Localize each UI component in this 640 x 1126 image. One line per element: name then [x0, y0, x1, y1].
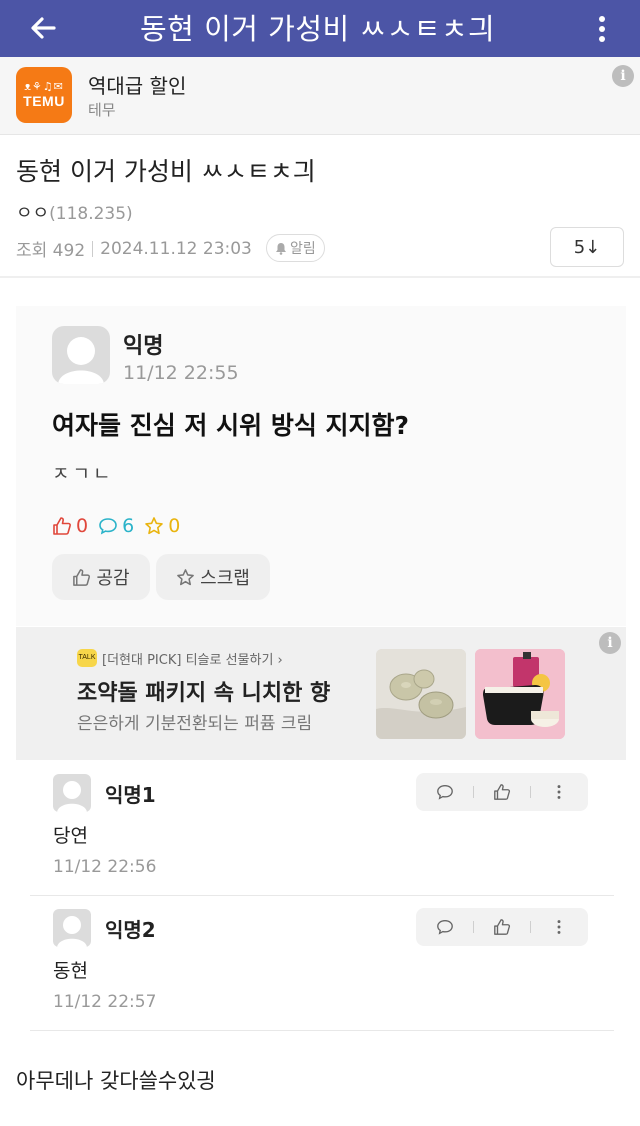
more-vertical-icon[interactable]	[588, 8, 616, 48]
comment-actions	[416, 908, 588, 946]
embedded-time: 11/12 22:55	[123, 362, 239, 384]
comment-text: 당연	[53, 825, 88, 847]
temu-logo: ᴥ⚘♫✉ TEMU	[16, 67, 72, 123]
like-count: 0	[76, 515, 89, 537]
star-count: 0	[168, 515, 181, 537]
embedded-body: ㅈㄱㄴ	[52, 463, 114, 485]
scrap-button[interactable]: 스크랩	[156, 554, 270, 600]
avatar	[52, 326, 110, 384]
ad-subtitle: 테무	[88, 101, 116, 119]
native-ad-title: 조약돌 패키지 속 니치한 향	[77, 681, 331, 706]
info-icon[interactable]: i	[612, 65, 634, 87]
star-icon	[177, 568, 195, 585]
avatar	[53, 774, 91, 812]
product-image-pouch	[475, 649, 565, 739]
comment-item: 익명2 동현 11/12 22:57	[30, 897, 614, 1031]
embedded-screenshot: 익명 11/12 22:55 여자들 진심 저 시위 방식 지지함? ㅈㄱㄴ 0…	[16, 306, 626, 626]
post-body-text: 아무데나 갖다쓸수있긩	[16, 1069, 216, 1093]
author-ip: (118.235)	[49, 204, 133, 224]
comment-author: 익명2	[105, 918, 156, 942]
more-vertical-icon[interactable]	[530, 773, 587, 811]
divider	[0, 276, 640, 278]
meta-divider	[92, 240, 94, 257]
reply-icon[interactable]	[416, 773, 473, 811]
ad-title: 역대급 할인	[88, 74, 187, 98]
thumbs-up-icon[interactable]	[473, 773, 530, 811]
logo-word: TEMU	[23, 93, 65, 109]
thumbs-up-icon	[73, 568, 91, 586]
like-stat: 0	[52, 515, 88, 537]
speech-bubble-icon	[99, 518, 117, 535]
scrap-button-label: 스크랩	[200, 568, 250, 589]
alarm-label: 알림	[290, 241, 316, 257]
embedded-title: 여자들 진심 저 시위 방식 지지함?	[52, 411, 410, 440]
ad-banner[interactable]: ᴥ⚘♫✉ TEMU 역대급 할인 테무 i	[0, 57, 640, 135]
embedded-stats: 0 6 0	[52, 515, 190, 537]
native-ad[interactable]: TALK [더현대 PICK] 티슬로 선물하기 › 조약돌 패키지 속 니치한…	[16, 627, 626, 760]
comment-jump-button[interactable]: 5↓	[550, 227, 624, 267]
app-bar: 동현 이거 가성비 ㅆㅅㅌㅊ긔	[0, 0, 640, 57]
post-author[interactable]: ㅇㅇ(118.235)	[16, 199, 133, 225]
post-title: 동현 이거 가성비 ㅆㅅㅌㅊ긔	[16, 157, 316, 186]
embedded-author: 익명	[123, 334, 164, 359]
post-meta: 조회 492 2024.11.12 23:03	[16, 236, 252, 262]
native-ad-label: [더현대 PICK] 티슬로 선물하기 ›	[102, 653, 283, 668]
star-stat: 0	[144, 515, 180, 537]
comment-time: 11/12 22:57	[53, 992, 157, 1012]
view-count: 조회 492	[16, 241, 86, 261]
logo-glyphs: ᴥ⚘♫✉	[24, 80, 64, 93]
post-datetime: 2024.11.12 23:03	[100, 238, 252, 259]
thumbs-up-icon[interactable]	[473, 908, 530, 946]
comment-text: 동현	[53, 960, 88, 982]
page-title: 동현 이거 가성비 ㅆㅅㅌㅊ긔	[140, 12, 496, 46]
comment-author: 익명1	[105, 783, 156, 807]
product-image-pebbles	[376, 649, 466, 739]
kakao-talk-badge: TALK	[77, 649, 97, 667]
comment-time: 11/12 22:56	[53, 857, 157, 877]
native-ad-subtitle: 은은하게 기분전환되는 퍼퓸 크림	[77, 714, 313, 734]
thumbs-up-icon	[53, 517, 71, 535]
info-icon[interactable]: i	[599, 632, 621, 654]
reply-icon[interactable]	[416, 908, 473, 946]
author-name: ㅇㅇ	[16, 203, 50, 224]
arrow-left-icon[interactable]	[22, 8, 66, 48]
comment-actions	[416, 773, 588, 811]
alarm-button[interactable]: 알림	[266, 234, 325, 262]
comment-count: 6	[122, 515, 135, 537]
comment-stat: 6	[98, 515, 134, 537]
like-button[interactable]: 공감	[52, 554, 150, 600]
avatar	[53, 909, 91, 947]
bell-icon	[276, 242, 286, 255]
like-button-label: 공감	[96, 568, 130, 589]
star-icon	[145, 517, 163, 535]
more-vertical-icon[interactable]	[530, 908, 587, 946]
comment-item: 익명1 당연 11/12 22:56	[30, 762, 614, 896]
